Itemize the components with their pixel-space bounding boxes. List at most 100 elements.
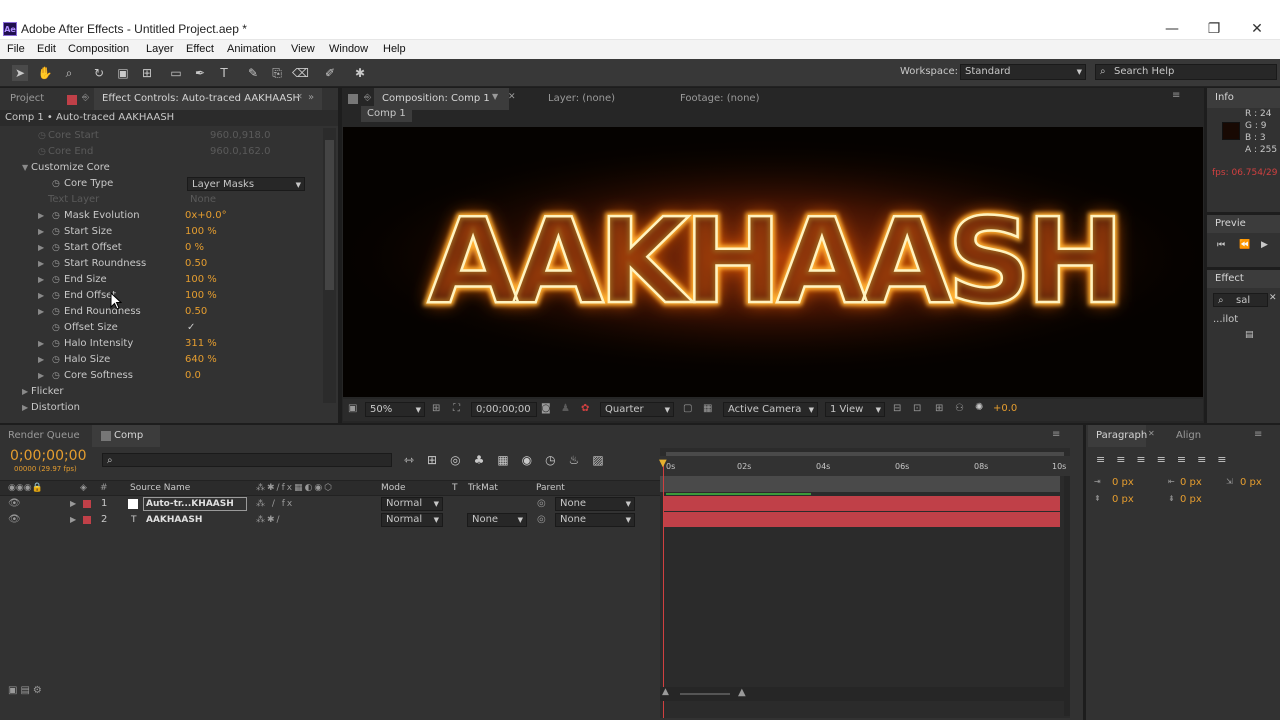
menu-effect[interactable]: Effect [186, 43, 214, 55]
expand-right-icon[interactable]: ▶ [38, 368, 44, 384]
lock-icon[interactable]: ⎆ [82, 93, 92, 105]
panel-menu-icon[interactable]: » [308, 92, 314, 103]
layer-name[interactable]: Auto-tr...KHAASH [143, 497, 247, 511]
tab-align[interactable]: Align [1168, 425, 1209, 447]
effects-tab[interactable]: Effect [1207, 270, 1280, 288]
prop-value[interactable]: 311 % [185, 336, 217, 352]
timeline-nav-bar[interactable] [660, 476, 1060, 492]
tab-close-icon[interactable]: ✕ [296, 92, 303, 101]
current-time-indicator[interactable] [663, 460, 664, 718]
close-button[interactable]: ✕ [1242, 20, 1272, 38]
workspace-dropdown[interactable]: Standard ▼ [960, 64, 1086, 80]
prop-value[interactable]: 640 % [185, 352, 217, 368]
indent-right-value[interactable]: 0 px [1180, 477, 1202, 488]
stopwatch-icon[interactable]: ◷ [52, 320, 60, 336]
expand-right-icon[interactable]: ▶ [38, 272, 44, 288]
effects-search-input[interactable]: ⌕ sal [1213, 293, 1268, 307]
stopwatch-icon[interactable]: ◷ [52, 176, 60, 192]
restore-button[interactable]: ❐ [1199, 20, 1229, 38]
panel-menu-icon[interactable]: ≡ [1172, 90, 1180, 101]
layer-row[interactable]: 👁 ▶ 2 T AAKHAASH ⁂✱/ Normal ▼ None ▼ ◎ Non… [0, 512, 660, 528]
visibility-eye-icon[interactable]: 👁 [8, 512, 21, 528]
parent-header[interactable]: Parent [536, 481, 565, 495]
mode-header[interactable]: Mode [381, 481, 406, 495]
expand-down-icon[interactable]: ▼ [22, 160, 28, 176]
magnification-dropdown[interactable]: 50% ▼ [365, 402, 425, 417]
stopwatch-icon[interactable]: ◷ [52, 352, 60, 368]
toggle-pixel-aspect-icon[interactable]: ⊟ [893, 403, 901, 414]
lock-icon[interactable]: ⎆ [364, 93, 371, 103]
stopwatch-icon[interactable]: ◷ [52, 336, 60, 352]
zoom-slider[interactable] [680, 693, 730, 695]
menu-file[interactable]: File [7, 43, 25, 55]
layer-2-duration-bar[interactable] [664, 512, 1060, 527]
zoom-in-icon[interactable]: ▲ [738, 687, 746, 698]
layer-1-duration-bar[interactable] [664, 496, 1060, 511]
preview-tab[interactable]: Previe [1207, 215, 1280, 233]
group-customize-core[interactable]: ▼ Customize Core [0, 160, 322, 176]
puppet-tool-icon[interactable]: ✱ [352, 65, 368, 81]
brush-tool-icon[interactable]: ✎ [245, 65, 261, 81]
space-before-value[interactable]: 0 px [1112, 494, 1134, 505]
prop-value[interactable]: 0 % [185, 240, 204, 256]
expand-right-icon[interactable]: ▶ [22, 400, 28, 416]
label-color-icon[interactable] [83, 516, 91, 524]
blend-mode-dropdown[interactable]: Normal ▼ [381, 513, 443, 527]
camera-view-dropdown[interactable]: Active Camera ▼ [723, 402, 818, 417]
trkmat-header[interactable]: TrkMat [468, 481, 498, 495]
first-line-indent-value[interactable]: 0 px [1240, 477, 1262, 488]
play-icon[interactable]: ▶ [1261, 240, 1268, 250]
visibility-eye-icon[interactable]: 👁 [8, 496, 21, 512]
first-frame-icon[interactable]: ⏮ [1217, 240, 1225, 250]
time-graph[interactable]: 0s 02s 04s 06s 08s 10s ▼ [659, 448, 1070, 718]
prop-value[interactable]: 0.0 [185, 368, 201, 384]
offset-size-checkbox[interactable]: ✓ [187, 320, 195, 336]
type-tool-icon[interactable]: T [216, 65, 232, 81]
menu-composition[interactable]: Composition [68, 43, 129, 55]
expand-right-icon[interactable]: ▶ [38, 256, 44, 272]
parent-dropdown[interactable]: None ▼ [555, 497, 635, 511]
camera-tool-icon[interactable]: ▣ [115, 65, 131, 81]
tab-footage[interactable]: Footage: (none) [672, 88, 767, 110]
prop-value[interactable]: 0x+0.0° [185, 208, 227, 224]
current-time-display[interactable]: 0;00;00;00 [471, 402, 537, 417]
blend-mode-dropdown[interactable]: Normal ▼ [381, 497, 443, 511]
layer-switches[interactable]: ⁂ / fx [256, 496, 294, 512]
timeline-vscroll[interactable] [1064, 476, 1070, 716]
panel-menu-icon[interactable]: ≡ [1052, 429, 1060, 440]
prop-value[interactable]: 100 % [185, 224, 217, 240]
exposure-icon[interactable]: ✺ [975, 402, 983, 413]
group-flicker[interactable]: ▶ Flicker [0, 384, 322, 400]
timeline-icon[interactable]: ⊞ [935, 403, 943, 414]
stopwatch-icon[interactable]: ◷ [52, 208, 60, 224]
transparency-grid-icon[interactable]: ▦ [703, 403, 712, 414]
timeline-zoom-bar[interactable]: ▲ ▲ [660, 687, 1070, 701]
composition-viewer[interactable]: AAKHAASH AAKHAASH AAKHAASH [343, 127, 1203, 397]
prop-value[interactable]: 0.50 [185, 256, 207, 272]
tab-project[interactable]: Project [0, 88, 58, 110]
tab-layer[interactable]: Layer: (none) [540, 88, 623, 110]
pan-behind-tool-icon[interactable]: ⊞ [139, 65, 155, 81]
menu-edit[interactable]: Edit [37, 43, 56, 55]
region-of-interest-icon[interactable]: ▢ [683, 403, 692, 414]
tab-close-icon[interactable]: ✕ [508, 92, 516, 102]
comp-breadcrumb-tab[interactable]: Comp 1 [361, 106, 412, 122]
resolution-dropdown[interactable]: Quarter ▼ [600, 402, 674, 417]
stopwatch-icon[interactable]: ◷ [52, 368, 60, 384]
timeline-bottom-toggles[interactable]: ▣▤⚙ [8, 685, 45, 696]
expand-right-icon[interactable]: ▶ [70, 496, 76, 512]
panel-menu-icon[interactable]: ≡ [1254, 429, 1262, 440]
tab-paragraph[interactable]: Paragraph [1088, 425, 1147, 447]
timeline-switches-toolbar[interactable]: ⇿⊞◎♣▦◉◷♨▨ [404, 453, 617, 467]
timeline-current-time[interactable]: 0;00;00;00 [10, 448, 87, 464]
space-after-value[interactable]: 0 px [1180, 494, 1202, 505]
source-name-header[interactable]: Source Name [130, 481, 190, 495]
timeline-search-input[interactable]: ⌕ [102, 453, 392, 467]
clone-stamp-tool-icon[interactable]: ⎘ [269, 65, 285, 81]
search-help-input[interactable]: ⌕ Search Help [1095, 64, 1277, 80]
menu-window[interactable]: Window [329, 43, 368, 55]
previous-frame-icon[interactable]: ⏪ [1239, 240, 1250, 250]
pickwhip-icon[interactable]: ◎ [537, 496, 546, 512]
roto-brush-tool-icon[interactable]: ✐ [322, 65, 338, 81]
trkmat-dropdown[interactable]: None ▼ [467, 513, 527, 527]
